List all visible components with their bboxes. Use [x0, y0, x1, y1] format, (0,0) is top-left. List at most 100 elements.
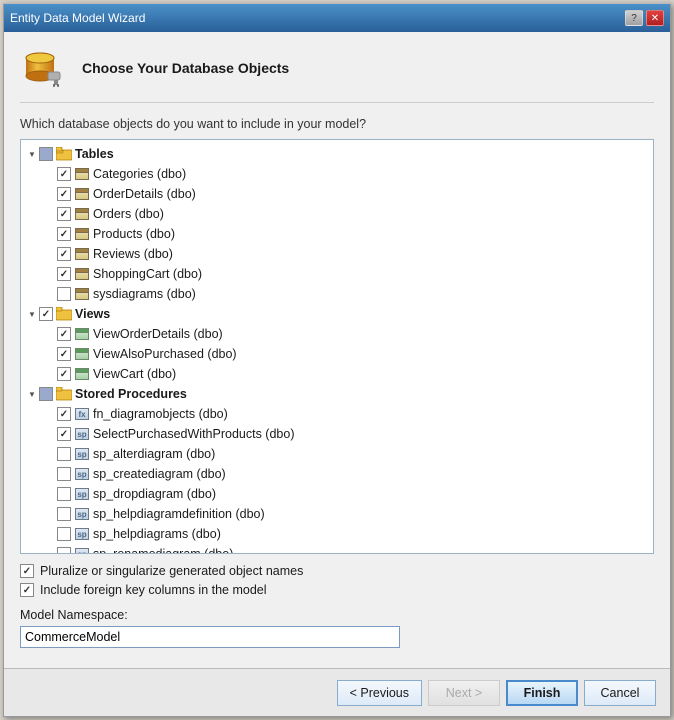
proc-label-0: fn_diagramobjects (dbo)	[93, 407, 228, 421]
spacer	[43, 427, 57, 441]
namespace-label: Model Namespace:	[20, 608, 654, 622]
proc-item-2[interactable]: sp sp_alterdiagram (dbo)	[21, 444, 653, 464]
table-checkbox-1[interactable]	[57, 187, 71, 201]
header-title: Choose Your Database Objects	[82, 60, 289, 76]
cancel-button[interactable]: Cancel	[584, 680, 656, 706]
foreign-key-checkbox[interactable]	[20, 583, 34, 597]
stored-procs-folder-icon	[56, 386, 72, 402]
proc-checkbox-3[interactable]	[57, 467, 71, 481]
proc-checkbox-1[interactable]	[57, 427, 71, 441]
pluralize-label: Pluralize or singularize generated objec…	[40, 564, 303, 578]
proc-checkbox-2[interactable]	[57, 447, 71, 461]
proc-checkbox-4[interactable]	[57, 487, 71, 501]
pluralize-checkbox[interactable]	[20, 564, 34, 578]
wizard-window: Entity Data Model Wizard ? ✕	[3, 3, 671, 717]
stored-procs-label: Stored Procedures	[75, 387, 187, 401]
spacer	[43, 447, 57, 461]
stored-procs-checkbox[interactable]	[39, 387, 53, 401]
table-item-6[interactable]: sysdiagrams (dbo)	[21, 284, 653, 304]
views-expand-arrow: ▼	[25, 307, 39, 321]
spacer	[43, 467, 57, 481]
finish-button[interactable]: Finish	[506, 680, 578, 706]
proc-label-4: sp_dropdiagram (dbo)	[93, 487, 216, 501]
tables-expand-arrow: ▼	[25, 147, 39, 161]
tree-container[interactable]: ▼ Tables Categories (dbo)	[20, 139, 654, 554]
view-checkbox-1[interactable]	[57, 347, 71, 361]
foreign-key-option-row: Include foreign key columns in the model	[20, 583, 654, 597]
tables-checkbox[interactable]	[39, 147, 53, 161]
table-icon-4	[74, 246, 90, 262]
view-item-2[interactable]: ViewCart (dbo)	[21, 364, 653, 384]
close-button[interactable]: ✕	[646, 10, 664, 26]
proc-icon-6: sp	[74, 526, 90, 542]
footer: < Previous Next > Finish Cancel	[4, 668, 670, 716]
table-icon-5	[74, 266, 90, 282]
table-checkbox-5[interactable]	[57, 267, 71, 281]
tables-group[interactable]: ▼ Tables	[21, 144, 653, 164]
foreign-key-label: Include foreign key columns in the model	[40, 583, 267, 597]
view-checkbox-0[interactable]	[57, 327, 71, 341]
spacer	[43, 507, 57, 521]
spacer	[43, 247, 57, 261]
table-item-2[interactable]: Orders (dbo)	[21, 204, 653, 224]
proc-icon-7: sp	[74, 546, 90, 554]
pluralize-option-row: Pluralize or singularize generated objec…	[20, 564, 654, 578]
proc-label-5: sp_helpdiagramdefinition (dbo)	[93, 507, 265, 521]
content-area: Choose Your Database Objects Which datab…	[4, 32, 670, 668]
namespace-section: Model Namespace:	[20, 608, 654, 648]
table-label-2: Orders (dbo)	[93, 207, 164, 221]
spacer	[43, 207, 57, 221]
spacer	[43, 407, 57, 421]
proc-item-5[interactable]: sp sp_helpdiagramdefinition (dbo)	[21, 504, 653, 524]
proc-item-6[interactable]: sp sp_helpdiagrams (dbo)	[21, 524, 653, 544]
proc-item-1[interactable]: sp SelectPurchasedWithProducts (dbo)	[21, 424, 653, 444]
proc-checkbox-6[interactable]	[57, 527, 71, 541]
view-icon-2	[74, 366, 90, 382]
table-item-4[interactable]: Reviews (dbo)	[21, 244, 653, 264]
views-group[interactable]: ▼ Views	[21, 304, 653, 324]
table-item-3[interactable]: Products (dbo)	[21, 224, 653, 244]
proc-item-4[interactable]: sp sp_dropdiagram (dbo)	[21, 484, 653, 504]
table-item-1[interactable]: OrderDetails (dbo)	[21, 184, 653, 204]
proc-checkbox-0[interactable]	[57, 407, 71, 421]
table-checkbox-6[interactable]	[57, 287, 71, 301]
view-checkbox-2[interactable]	[57, 367, 71, 381]
views-checkbox[interactable]	[39, 307, 53, 321]
spacer	[43, 487, 57, 501]
proc-icon-2: sp	[74, 446, 90, 462]
spacer	[43, 327, 57, 341]
view-item-0[interactable]: ViewOrderDetails (dbo)	[21, 324, 653, 344]
table-checkbox-3[interactable]	[57, 227, 71, 241]
table-label-0: Categories (dbo)	[93, 167, 186, 181]
table-icon-1	[74, 186, 90, 202]
table-item-0[interactable]: Categories (dbo)	[21, 164, 653, 184]
proc-icon-5: sp	[74, 506, 90, 522]
table-item-5[interactable]: ShoppingCart (dbo)	[21, 264, 653, 284]
namespace-input[interactable]	[20, 626, 400, 648]
table-icon-3	[74, 226, 90, 242]
stored-procs-group[interactable]: ▼ Stored Procedures	[21, 384, 653, 404]
proc-item-7[interactable]: sp sp_renamediagram (dbo)	[21, 544, 653, 554]
proc-icon-0: fx	[74, 406, 90, 422]
proc-item-0[interactable]: fx fn_diagramobjects (dbo)	[21, 404, 653, 424]
table-checkbox-0[interactable]	[57, 167, 71, 181]
previous-button[interactable]: < Previous	[337, 680, 422, 706]
proc-checkbox-5[interactable]	[57, 507, 71, 521]
spacer	[43, 547, 57, 554]
stored-procs-expand-arrow: ▼	[25, 387, 39, 401]
proc-label-6: sp_helpdiagrams (dbo)	[93, 527, 221, 541]
help-button[interactable]: ?	[625, 10, 643, 26]
proc-label-7: sp_renamediagram (dbo)	[93, 547, 233, 554]
tables-label: Tables	[75, 147, 114, 161]
table-icon-0	[74, 166, 90, 182]
proc-item-3[interactable]: sp sp_creatediagram (dbo)	[21, 464, 653, 484]
view-item-1[interactable]: ViewAlsoPurchased (dbo)	[21, 344, 653, 364]
view-icon-1	[74, 346, 90, 362]
database-icon	[20, 44, 68, 92]
proc-checkbox-7[interactable]	[57, 547, 71, 554]
spacer	[43, 227, 57, 241]
table-checkbox-2[interactable]	[57, 207, 71, 221]
proc-label-3: sp_creatediagram (dbo)	[93, 467, 226, 481]
next-button[interactable]: Next >	[428, 680, 500, 706]
table-checkbox-4[interactable]	[57, 247, 71, 261]
